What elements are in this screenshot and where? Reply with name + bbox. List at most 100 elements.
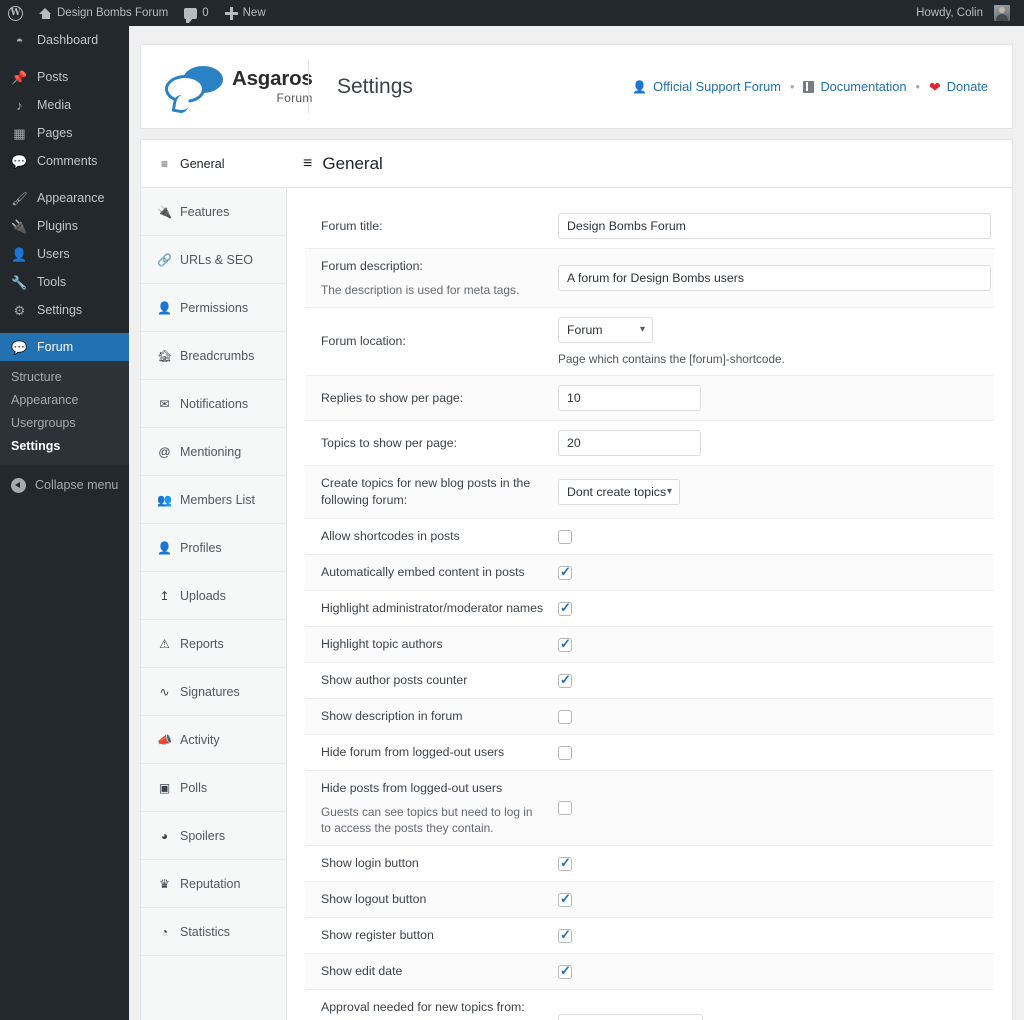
tab-uploads[interactable]: ↥ Uploads: [141, 572, 286, 620]
plug-icon: 🔌: [11, 218, 28, 234]
brush-icon: 🖌: [11, 190, 28, 206]
comments-link[interactable]: 0: [176, 0, 216, 26]
new-content-button[interactable]: New: [217, 0, 274, 26]
header-links: 👤 Official Support Forum • Documentation…: [632, 79, 1012, 94]
tab-permissions[interactable]: 👤 Permissions: [141, 284, 286, 332]
forum-location-select[interactable]: Forum ▾: [558, 317, 653, 343]
tab-spoilers[interactable]: ◕ Spoilers: [141, 812, 286, 860]
comment-bubble-icon: [184, 7, 198, 23]
howdy-label: Howdy, Colin: [916, 7, 983, 19]
highlight-admins-checkbox[interactable]: [558, 600, 572, 616]
sidebar-item-dashboard[interactable]: ◓ Dashboard: [0, 26, 129, 54]
settings-content: ≡ General Forum title: Forum description…: [287, 140, 1012, 1020]
comments-icon: 💬: [11, 153, 28, 169]
sidebar-item-users[interactable]: 👤 Users: [0, 240, 129, 268]
users-icon: 👤: [11, 246, 28, 262]
forum-location-value: Forum: [567, 323, 603, 337]
tab-activity[interactable]: 📣 Activity: [141, 716, 286, 764]
row-label: Show edit date: [321, 964, 403, 978]
sidebar-separator: [0, 324, 129, 333]
submenu-item-structure[interactable]: Structure: [0, 366, 129, 389]
collapse-menu-button[interactable]: Collapse menu: [0, 470, 129, 500]
tab-breadcrumbs[interactable]: 🏚 Breadcrumbs: [141, 332, 286, 380]
create-topics-select[interactable]: Dont create topics ▾: [558, 479, 680, 505]
sidebar-item-media[interactable]: ♪ Media: [0, 91, 129, 119]
show-register-checkbox[interactable]: [558, 927, 572, 943]
tab-polls[interactable]: ▣ Polls: [141, 764, 286, 812]
separator-dot: •: [915, 79, 920, 94]
hide-posts-checkbox[interactable]: [558, 801, 572, 815]
row-author-posts-counter: Show author posts counter: [305, 663, 994, 699]
show-login-checkbox[interactable]: [558, 855, 572, 871]
tab-members-list[interactable]: 👥 Members List: [141, 476, 286, 524]
sidebar-item-settings[interactable]: ⚙ Settings: [0, 296, 129, 324]
person-icon: 👤: [632, 79, 648, 94]
page-title: Settings: [337, 74, 413, 98]
sidebar-item-plugins[interactable]: 🔌 Plugins: [0, 212, 129, 240]
topics-per-page-input[interactable]: [558, 430, 701, 456]
content-heading: ≡ General: [287, 140, 1012, 188]
submenu-item-settings[interactable]: Settings: [0, 435, 129, 458]
tab-general[interactable]: ≡ General: [141, 140, 287, 188]
collapse-arrow-icon: [11, 477, 26, 493]
tab-reputation[interactable]: ♛ Reputation: [141, 860, 286, 908]
person-icon: 👤: [157, 540, 172, 555]
media-icon: ♪: [16, 97, 23, 113]
wp-logo-button[interactable]: [0, 0, 31, 26]
sidebar-label: Posts: [37, 70, 69, 84]
tab-profiles[interactable]: 👤 Profiles: [141, 524, 286, 572]
logo-name: Asgaros: [232, 67, 313, 91]
speech-bubbles-icon: [163, 64, 225, 110]
tab-label: Statistics: [180, 924, 231, 939]
auto-embed-checkbox[interactable]: [558, 564, 572, 580]
tab-signatures[interactable]: ∿ Signatures: [141, 668, 286, 716]
sidebar-label: Media: [37, 98, 72, 112]
account-menu[interactable]: Howdy, Colin: [908, 0, 1024, 26]
signature-icon: ∿: [159, 684, 170, 699]
tab-statistics[interactable]: ◔ Statistics: [141, 908, 286, 956]
chevron-down-icon: ▾: [639, 323, 645, 335]
comments-count: 0: [202, 7, 209, 19]
tab-features[interactable]: 🔌 Features: [141, 188, 286, 236]
asgaros-logo: Asgaros Forum: [141, 45, 313, 128]
wordpress-logo-icon: [8, 5, 23, 21]
sidebar-item-tools[interactable]: 🔧 Tools: [0, 268, 129, 296]
show-description-checkbox[interactable]: [558, 709, 572, 724]
tab-notifications[interactable]: ✉ Notifications: [141, 380, 286, 428]
approval-needed-select[interactable]: Guests ▾: [558, 1014, 703, 1020]
support-forum-link[interactable]: 👤 Official Support Forum: [632, 79, 781, 94]
submenu-item-appearance[interactable]: Appearance: [0, 389, 129, 412]
user-gear-icon: 👤: [157, 300, 172, 315]
row-label: Show logout button: [321, 892, 427, 906]
tab-mentioning[interactable]: @ Mentioning: [141, 428, 286, 476]
row-approval-needed: Approval needed for new topics from: Thi…: [305, 990, 994, 1020]
highlight-authors-checkbox[interactable]: [558, 636, 572, 652]
tab-reports[interactable]: ⚠ Reports: [141, 620, 286, 668]
donate-link[interactable]: ❤ Donate: [929, 79, 988, 94]
documentation-link[interactable]: Documentation: [803, 79, 907, 94]
forum-description-input[interactable]: [558, 265, 991, 291]
row-topics-per-page: Topics to show per page:: [305, 421, 994, 466]
site-name-link[interactable]: Design Bombs Forum: [31, 0, 176, 26]
sidebar-item-appearance[interactable]: 🖌 Appearance: [0, 184, 129, 212]
replies-per-page-input[interactable]: [558, 385, 701, 411]
row-auto-embed: Automatically embed content in posts: [305, 555, 994, 591]
forum-title-input[interactable]: [558, 213, 991, 239]
sidebar-item-forum[interactable]: 💬 Forum: [0, 333, 129, 361]
tab-urls-seo[interactable]: 🔗 URLs & SEO: [141, 236, 286, 284]
dashboard-icon: ◓: [15, 32, 24, 48]
hide-forum-checkbox[interactable]: [558, 745, 572, 760]
show-edit-date-checkbox[interactable]: [558, 963, 572, 979]
tab-label: Notifications: [180, 396, 249, 411]
row-forum-location: Forum location: Forum ▾ Page which conta…: [305, 308, 994, 376]
author-posts-counter-checkbox[interactable]: [558, 672, 572, 688]
row-description: The description is used for meta tags.: [321, 283, 520, 297]
support-forum-label: Official Support Forum: [653, 79, 781, 94]
submenu-item-usergroups[interactable]: Usergroups: [0, 412, 129, 435]
sidebar-item-pages[interactable]: ▦ Pages: [0, 119, 129, 147]
sidebar-item-posts[interactable]: 📌 Posts: [0, 63, 129, 91]
show-logout-checkbox[interactable]: [558, 891, 572, 907]
sidebar-item-comments[interactable]: 💬 Comments: [0, 147, 129, 175]
home-icon: [39, 7, 52, 19]
allow-shortcodes-checkbox[interactable]: [558, 529, 572, 544]
